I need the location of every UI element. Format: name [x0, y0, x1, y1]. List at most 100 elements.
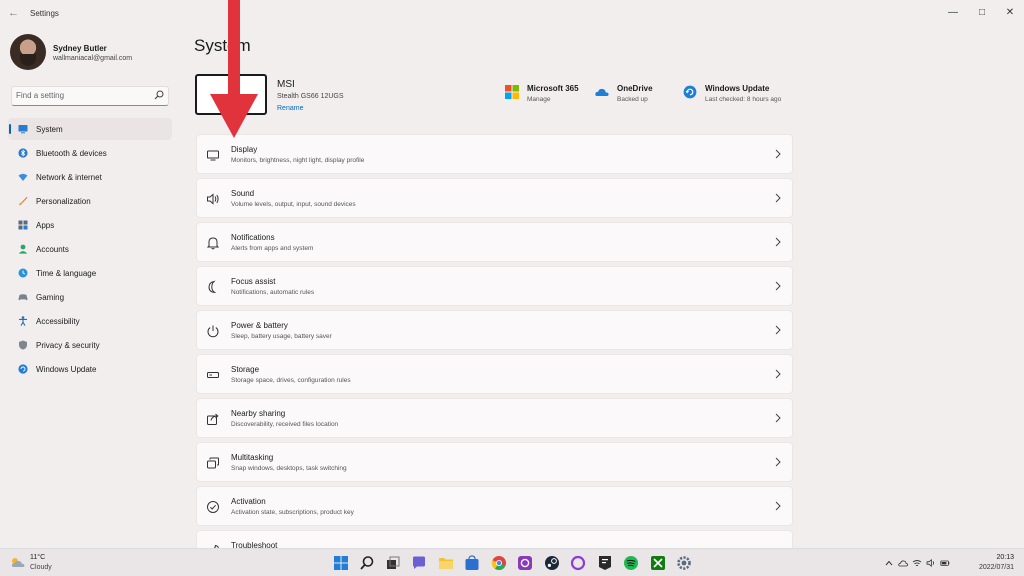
profile-name: Sydney Butler [53, 44, 107, 53]
setting-title: Notifications [231, 233, 275, 242]
setting-title: Focus assist [231, 277, 276, 286]
sidebar-item-personalization[interactable]: Personalization [8, 190, 172, 212]
start-icon[interactable] [333, 555, 349, 571]
windows-update-status[interactable]: Windows Update Last checked: 8 hours ago [683, 84, 793, 108]
back-button[interactable]: ← [8, 7, 19, 19]
share-icon [207, 413, 219, 425]
sidebar-item-gaming[interactable]: Gaming [8, 286, 172, 308]
onedrive-status[interactable]: OneDrive Backed up [595, 84, 665, 108]
search-box[interactable] [11, 86, 169, 106]
cloud-sun-icon[interactable] [10, 556, 26, 568]
xbox-icon[interactable] [650, 555, 666, 571]
monitor-icon [18, 125, 28, 134]
brush-icon [19, 196, 28, 206]
avatar [10, 34, 46, 70]
close-button[interactable]: ✕ [999, 4, 1021, 22]
minimize-button[interactable]: — [942, 4, 964, 22]
sidebar-item-bluetooth[interactable]: Bluetooth & devices [8, 142, 172, 164]
chevron-right-icon [775, 369, 781, 379]
setting-title: Display [231, 145, 258, 154]
task-view-icon[interactable] [385, 555, 401, 571]
update-icon [683, 85, 697, 99]
settings-icon[interactable] [676, 555, 692, 571]
checkmark-circle-icon [207, 501, 219, 513]
person-icon [18, 244, 28, 254]
setting-activation[interactable]: Activation Activation state, subscriptio… [196, 486, 793, 526]
setting-multitasking[interactable]: Multitasking Snap windows, desktops, tas… [196, 442, 793, 482]
status-title: Microsoft 365 [527, 84, 579, 93]
controller-icon [18, 294, 28, 301]
store-icon[interactable] [464, 555, 480, 571]
chrome-icon[interactable] [491, 555, 507, 571]
status-subtitle: Backed up [617, 96, 648, 103]
setting-subtitle: Monitors, brightness, night light, displ… [231, 157, 365, 164]
sidebar-item-label: System [36, 125, 63, 134]
sidebar-item-network[interactable]: Network & internet [8, 166, 172, 188]
sidebar-item-label: Personalization [36, 197, 91, 206]
file-explorer-icon[interactable] [438, 555, 454, 571]
setting-subtitle: Activation state, subscriptions, product… [231, 509, 354, 516]
sidebar-item-windows-update[interactable]: Windows Update [8, 358, 172, 380]
bell-icon [206, 237, 220, 250]
setting-power-battery[interactable]: Power & battery Sleep, battery usage, ba… [196, 310, 793, 350]
sidebar-nav: System Bluetooth & devices Network & int… [8, 118, 172, 382]
setting-subtitle: Alerts from apps and system [231, 245, 314, 252]
steam-icon[interactable] [544, 555, 560, 571]
app-icon[interactable] [517, 555, 533, 571]
chat-icon[interactable] [411, 555, 427, 571]
status-subtitle: Last checked: 8 hours ago [705, 96, 782, 103]
sidebar-item-label: Windows Update [36, 365, 97, 374]
search-icon[interactable] [359, 555, 375, 571]
multitask-icon [207, 457, 219, 469]
setting-storage[interactable]: Storage Storage space, drives, configura… [196, 354, 793, 394]
red-arrow-annotation [210, 0, 258, 138]
rename-link[interactable]: Rename [277, 105, 303, 112]
weather-condition[interactable]: Cloudy [30, 564, 52, 571]
sidebar-item-label: Bluetooth & devices [36, 149, 107, 158]
maximize-button[interactable]: □ [971, 4, 993, 22]
chevron-right-icon [775, 237, 781, 247]
setting-focus-assist[interactable]: Focus assist Notifications, automatic ru… [196, 266, 793, 306]
chevron-right-icon [775, 501, 781, 511]
battery-icon[interactable] [940, 558, 950, 568]
microsoft-365-status[interactable]: Microsoft 365 Manage [505, 84, 585, 108]
moon-icon [208, 280, 217, 294]
profile-email: wallmaniacal@gmail.com [53, 55, 133, 62]
cortana-icon[interactable] [570, 555, 586, 571]
speaker-icon [207, 193, 219, 205]
setting-subtitle: Snap windows, desktops, task switching [231, 465, 347, 472]
sidebar-item-privacy-security[interactable]: Privacy & security [8, 334, 172, 356]
setting-display[interactable]: Display Monitors, brightness, night ligh… [196, 134, 793, 174]
sidebar-item-system[interactable]: System [8, 118, 172, 140]
setting-title: Nearby sharing [231, 409, 286, 418]
clock-date[interactable]: 2022/07/31 [960, 564, 1014, 571]
sidebar-item-label: Privacy & security [36, 341, 100, 350]
sidebar-item-accessibility[interactable]: Accessibility [8, 310, 172, 332]
sidebar-item-apps[interactable]: Apps [8, 214, 172, 236]
chevron-up-icon[interactable] [884, 558, 894, 568]
spotify-icon[interactable] [623, 555, 639, 571]
sidebar-item-time-language[interactable]: Time & language [8, 262, 172, 284]
setting-nearby-sharing[interactable]: Nearby sharing Discoverability, received… [196, 398, 793, 438]
cloud-icon[interactable] [898, 558, 908, 568]
sidebar-item-accounts[interactable]: Accounts [8, 238, 172, 260]
setting-subtitle: Sleep, battery usage, battery saver [231, 333, 332, 340]
sidebar-item-label: Time & language [36, 269, 97, 278]
wifi-icon[interactable] [912, 558, 922, 568]
sidebar-item-label: Accounts [36, 245, 69, 254]
setting-sound[interactable]: Sound Volume levels, output, input, soun… [196, 178, 793, 218]
sidebar-item-label: Apps [36, 221, 55, 230]
search-input[interactable] [16, 89, 146, 102]
epic-games-icon[interactable] [597, 555, 613, 571]
setting-notifications[interactable]: Notifications Alerts from apps and syste… [196, 222, 793, 262]
weather-temperature[interactable]: 11°C [30, 554, 45, 561]
clock-time[interactable]: 20:13 [982, 554, 1014, 561]
status-title: Windows Update [705, 84, 770, 93]
speaker-icon[interactable] [926, 558, 936, 568]
shield-icon [19, 340, 27, 350]
chevron-right-icon [775, 457, 781, 467]
search-icon[interactable] [154, 90, 164, 100]
power-icon [207, 325, 219, 338]
wifi-icon [18, 173, 28, 181]
chevron-right-icon [775, 149, 781, 159]
